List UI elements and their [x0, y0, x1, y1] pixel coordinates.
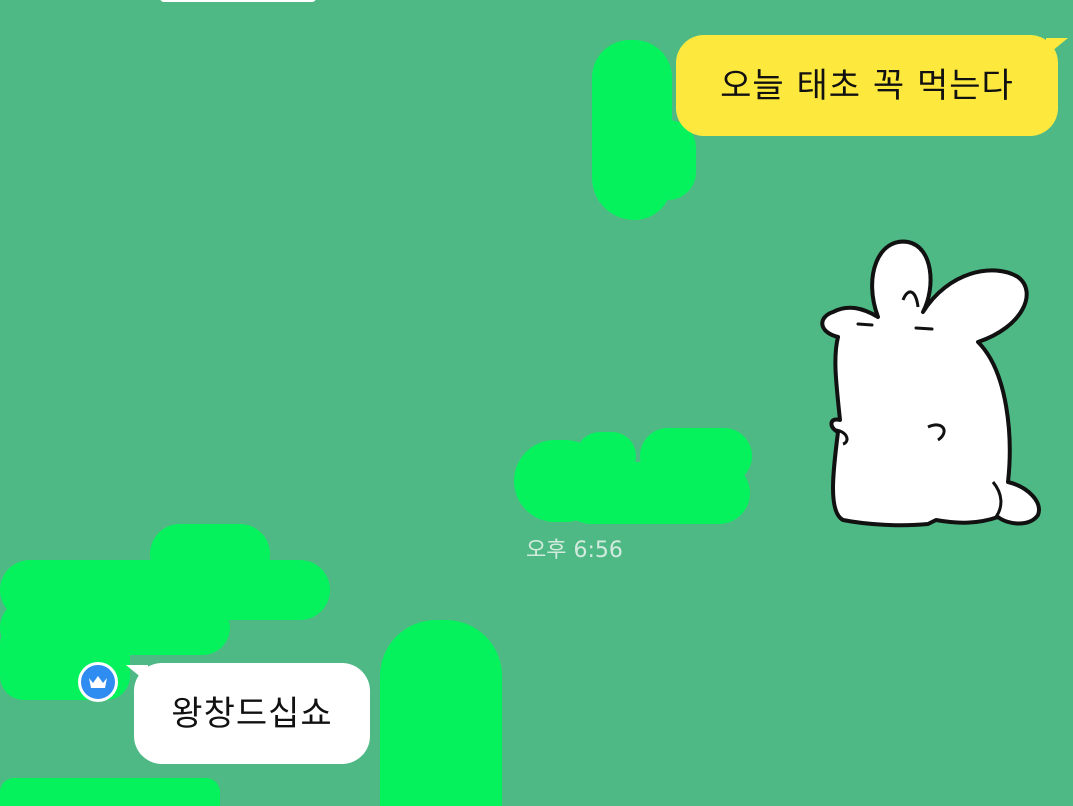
redaction-mark — [150, 524, 270, 584]
crown-icon — [89, 676, 107, 688]
incoming-message-text: 왕창드십쇼 — [171, 693, 333, 734]
outgoing-message-bubble[interactable]: 오늘 태초 꼭 먹는다 — [676, 35, 1058, 136]
redaction-mark — [576, 432, 636, 480]
redaction-mark — [0, 778, 220, 806]
redaction-mark — [640, 428, 752, 484]
previous-message-edge — [160, 0, 316, 2]
redaction-mark — [640, 120, 696, 200]
crown-badge — [78, 662, 118, 702]
message-timestamp: 오후 6:56 — [526, 538, 623, 563]
redaction-mark — [380, 620, 502, 806]
white-rabbit-sticker[interactable] — [808, 232, 1048, 532]
incoming-message-bubble[interactable]: 왕창드십쇼 — [134, 663, 370, 764]
outgoing-message-text: 오늘 태초 꼭 먹는다 — [720, 65, 1014, 106]
